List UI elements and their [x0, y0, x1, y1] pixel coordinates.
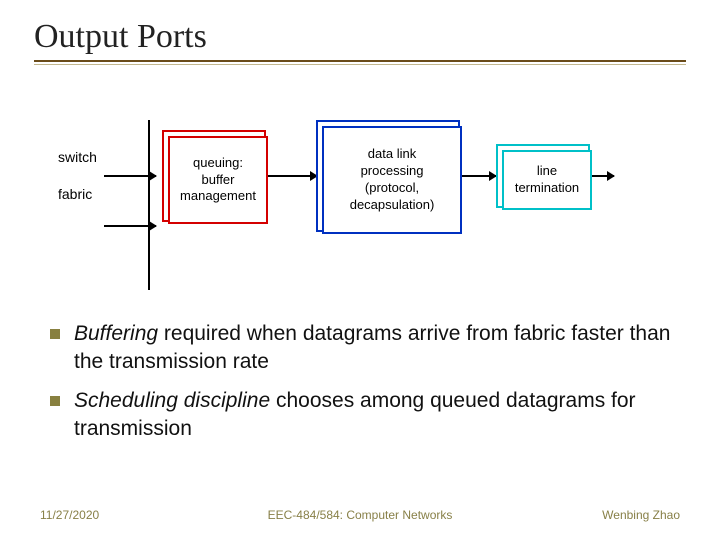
bullet-text: Scheduling discipline chooses among queu… — [74, 387, 690, 444]
datalink-box-text: data link processing (protocol, decapsul… — [350, 146, 435, 214]
line-term-box-text: line termination — [515, 163, 579, 197]
bullet-text: Buffering required when datagrams arrive… — [74, 320, 690, 377]
title-underline-light — [34, 64, 686, 65]
bullet-emphasis: Scheduling discipline — [74, 389, 270, 412]
queuing-box-text: queuing: buffer management — [180, 155, 256, 206]
vertical-divider — [148, 120, 150, 290]
arrow-icon — [104, 175, 156, 177]
title-underline — [34, 60, 686, 62]
slide: Output Ports switch fabric queuing: buff… — [0, 0, 720, 540]
fabric-label: fabric — [58, 187, 97, 202]
switch-label: switch — [58, 150, 97, 165]
switch-fabric-label: switch fabric — [58, 150, 97, 225]
line-term-box: line termination — [502, 150, 592, 210]
arrow-icon — [456, 175, 496, 177]
queuing-box: queuing: buffer management — [168, 136, 268, 224]
datalink-box: data link processing (protocol, decapsul… — [322, 126, 462, 234]
bullet-rest: required when datagrams arrive from fabr… — [74, 322, 670, 373]
slide-title: Output Ports — [34, 18, 686, 56]
list-item: Scheduling discipline chooses among queu… — [50, 387, 690, 444]
list-item: Buffering required when datagrams arrive… — [50, 320, 690, 377]
bullet-marker-icon — [50, 396, 60, 406]
bullet-emphasis: Buffering — [74, 322, 158, 345]
arrow-icon — [104, 225, 156, 227]
bullet-marker-icon — [50, 329, 60, 339]
footer: 11/27/2020 EEC-484/584: Computer Network… — [40, 508, 680, 522]
output-port-diagram: switch fabric queuing: buffer management… — [58, 120, 618, 290]
title-area: Output Ports — [34, 18, 686, 65]
bullet-list: Buffering required when datagrams arrive… — [50, 320, 690, 453]
footer-course: EEC-484/584: Computer Networks — [40, 508, 680, 522]
arrow-icon — [262, 175, 317, 177]
